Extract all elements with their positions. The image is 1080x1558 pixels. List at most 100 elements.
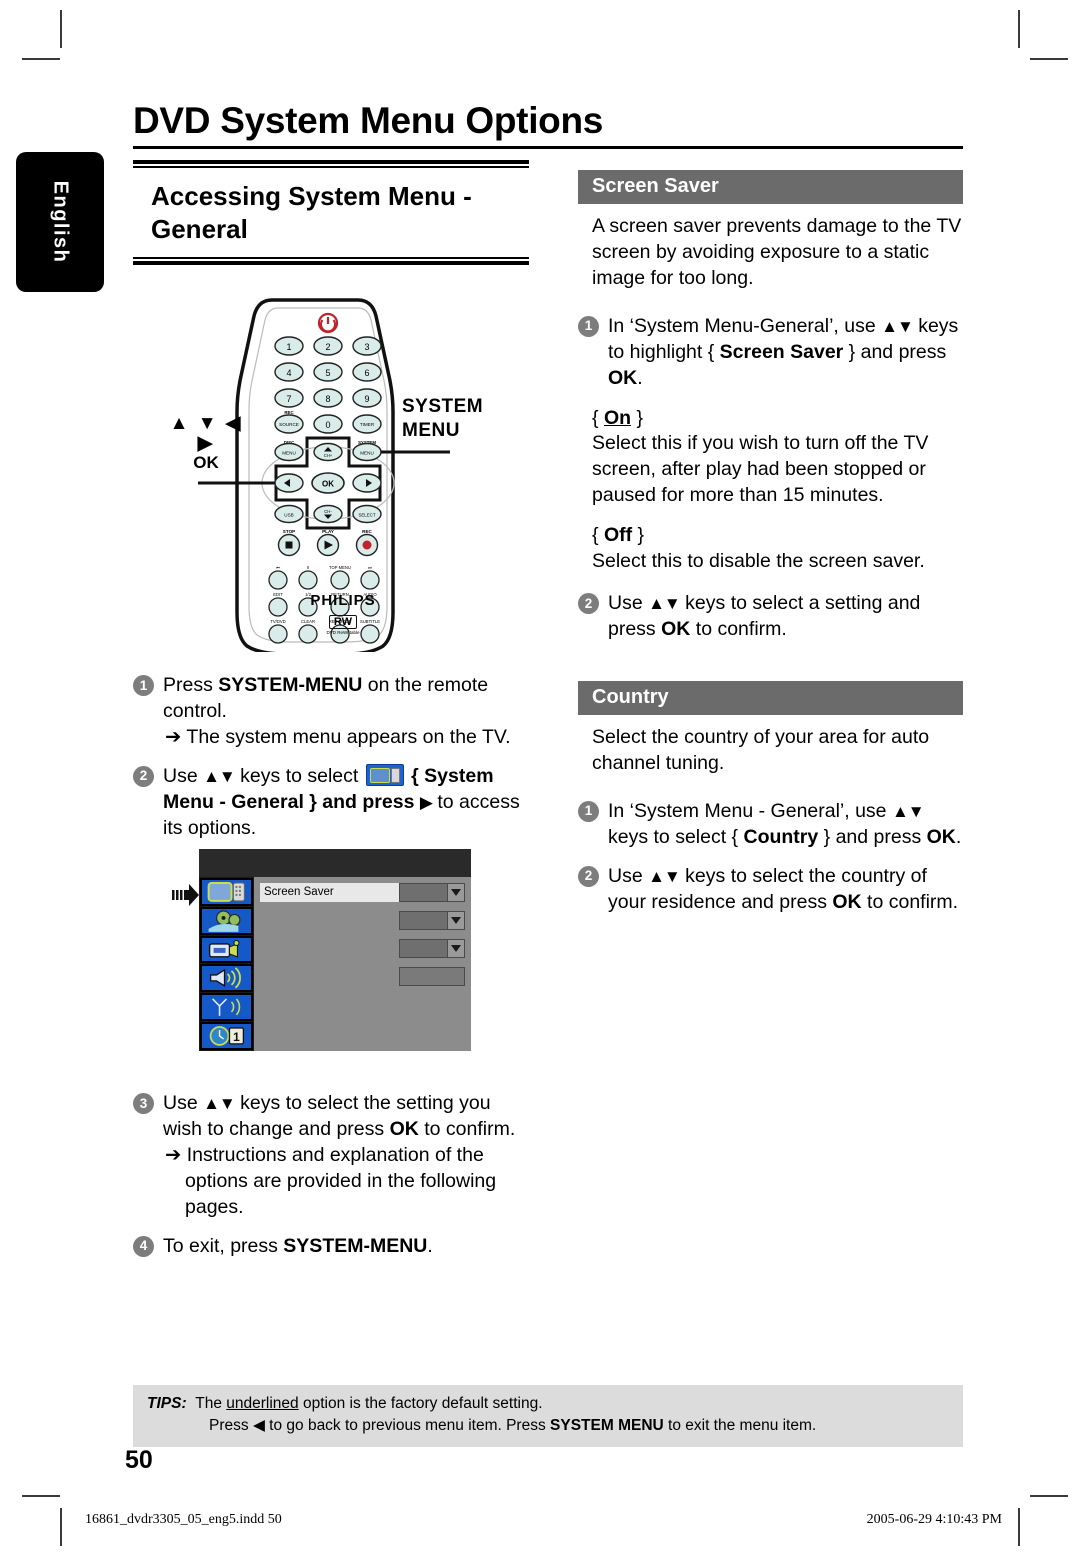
chevron-down-icon bbox=[447, 940, 464, 957]
menu-icon-general-setup[interactable] bbox=[200, 878, 253, 906]
system-menu-callout: SYSTEM MENU bbox=[402, 395, 483, 443]
svg-text:TIMER: TIMER bbox=[360, 422, 375, 427]
step-3-text: Use ▲▼ keys to select the setting you wi… bbox=[163, 1092, 516, 1140]
language-tab: English bbox=[16, 152, 104, 292]
left-column: Accessing System Menu - General bbox=[133, 160, 529, 265]
svg-text:⏭: ⏭ bbox=[368, 565, 372, 570]
rw-logo-sub: DVD ReWritable bbox=[326, 630, 360, 635]
svg-text:REC: REC bbox=[284, 410, 294, 415]
tv-menu-body: 1 Screen Saver bbox=[199, 877, 471, 1051]
option-off-description: Select this to disable the screen saver. bbox=[592, 550, 925, 573]
tv-menu-row[interactable] bbox=[260, 967, 465, 986]
svg-text:1: 1 bbox=[233, 1030, 240, 1044]
tv-menu-row-dropdown[interactable] bbox=[399, 883, 465, 902]
tv-menu-mockup: 1 Screen Saver bbox=[199, 849, 471, 1051]
crop-mark-bottom-right-v bbox=[1018, 1508, 1020, 1546]
menu-icon-clock-date[interactable]: 1 bbox=[200, 1022, 253, 1050]
tips-label: TIPS: bbox=[147, 1395, 187, 1412]
crop-mark-bottom-right-h bbox=[1030, 1495, 1068, 1497]
svg-text:4: 4 bbox=[286, 368, 291, 378]
section-heading: Accessing System Menu - General bbox=[151, 181, 472, 245]
screen-saver-step-2: 2 Use ▲▼ keys to select a setting and pr… bbox=[578, 591, 963, 643]
crop-mark-bottom-left-v bbox=[60, 1508, 62, 1546]
title-divider bbox=[133, 146, 963, 149]
system-menu-callout-line1: SYSTEM bbox=[402, 396, 484, 417]
crop-mark-top-left-h bbox=[22, 58, 60, 60]
country-intro: Select the country of your area for auto… bbox=[592, 725, 930, 774]
svg-text:2: 2 bbox=[325, 342, 330, 352]
step-number-1: 1 bbox=[133, 675, 154, 696]
tips-box: TIPS: The underlined option is the facto… bbox=[133, 1385, 963, 1447]
right-column: Screen Saver A screen saver prevents dam… bbox=[578, 170, 963, 915]
step-1: 1 Press SYSTEM-MENU on the remote contro… bbox=[133, 673, 533, 751]
menu-icon-sound[interactable] bbox=[200, 964, 253, 993]
remote-nav-keys-callout: ▲ ▼ ◀ ▶ OK bbox=[158, 414, 254, 472]
tv-menu-row[interactable] bbox=[260, 911, 465, 930]
footer-filename: 16861_dvdr3305_05_eng5.indd 50 bbox=[85, 1512, 282, 1527]
step-number: 2 bbox=[578, 865, 599, 887]
svg-text:7: 7 bbox=[286, 394, 291, 404]
svg-text:OK: OK bbox=[322, 480, 334, 489]
step-number: 2 bbox=[578, 593, 599, 615]
tips-line-2: Press ◀ to go back to previous menu item… bbox=[209, 1417, 817, 1435]
rw-logo: RW DVD ReWritable bbox=[305, 612, 381, 635]
svg-text:CH+: CH+ bbox=[324, 453, 333, 458]
manual-page: English DVD System Menu Options Accessin… bbox=[0, 0, 1080, 1558]
svg-text:II: II bbox=[307, 565, 309, 570]
section-rule-bottom bbox=[133, 256, 529, 265]
left-steps-group-2: 3 Use ▲▼ keys to select the setting you … bbox=[133, 1078, 533, 1260]
screen-saver-option-on: { On } Select this if you wish to turn o… bbox=[578, 406, 963, 510]
step-2: 2 Use ▲▼ keys to select { System Menu - … bbox=[133, 763, 533, 842]
tv-menu-icon-column: 1 bbox=[199, 877, 254, 1051]
step-number-4: 4 bbox=[133, 1235, 154, 1257]
system-menu-callout-line2: MENU bbox=[402, 419, 460, 441]
svg-text:MENU: MENU bbox=[282, 451, 296, 456]
step-3: 3 Use ▲▼ keys to select the setting you … bbox=[133, 1091, 533, 1221]
step-number: 1 bbox=[578, 315, 599, 337]
menu-icon-tuner[interactable] bbox=[200, 993, 253, 1022]
step-3-note: ➔ Instructions and explanation of the op… bbox=[165, 1143, 497, 1218]
tv-menu-row[interactable] bbox=[260, 939, 465, 958]
tv-menu-row[interactable]: Screen Saver bbox=[260, 883, 465, 902]
tv-menu-row-dropdown[interactable] bbox=[399, 911, 465, 930]
svg-text:USB: USB bbox=[284, 513, 293, 518]
philips-brand: PHILIPS bbox=[310, 592, 376, 609]
step-4: 4 To exit, press SYSTEM-MENU. bbox=[133, 1234, 533, 1260]
arrow-keys-glyphs: ▲ ▼ ◀ ▶ bbox=[169, 413, 243, 454]
svg-text:TOP MENU: TOP MENU bbox=[329, 565, 351, 570]
screen-saver-option-off: { Off } Select this to disable the scree… bbox=[578, 523, 963, 575]
system-menu-general-icon bbox=[365, 763, 404, 786]
menu-pointer-icon bbox=[172, 884, 199, 906]
section-header-screen-saver: Screen Saver bbox=[578, 170, 963, 204]
step-number: 1 bbox=[578, 800, 599, 822]
svg-text:9: 9 bbox=[364, 394, 369, 404]
menu-icon-playback[interactable] bbox=[200, 906, 253, 935]
menu-icon-recording[interactable] bbox=[200, 935, 253, 964]
step-2-text: Use ▲▼ keys to select { System Menu - Ge… bbox=[163, 763, 520, 839]
tv-menu-row-label: Screen Saver bbox=[260, 883, 399, 902]
svg-text:EDIT: EDIT bbox=[273, 592, 283, 597]
option-on-name: { On } bbox=[592, 406, 643, 429]
step-number-3: 3 bbox=[133, 1093, 154, 1114]
section-header-country: Country bbox=[578, 680, 963, 715]
footer-timestamp: 2005-06-29 4:10:43 PM bbox=[866, 1512, 1002, 1527]
step-1-text: Press SYSTEM-MENU on the remote control. bbox=[163, 674, 489, 722]
svg-text:REC: REC bbox=[362, 529, 372, 534]
crop-mark-top-left-v bbox=[60, 10, 62, 48]
step-4-text: To exit, press SYSTEM-MENU. bbox=[163, 1234, 433, 1257]
country-step-2: 2 Use ▲▼ keys to select the country of y… bbox=[578, 864, 963, 916]
crop-mark-top-right-h bbox=[1030, 58, 1068, 60]
tv-menu-row-dropdown[interactable] bbox=[399, 939, 465, 958]
tv-menu-header-bar bbox=[199, 849, 471, 877]
tv-menu-row-field[interactable] bbox=[399, 967, 465, 986]
language-tab-label: English bbox=[49, 180, 72, 264]
svg-text:TV/DVD: TV/DVD bbox=[270, 619, 285, 624]
step-number-2: 2 bbox=[133, 765, 154, 787]
svg-text:CH-: CH- bbox=[324, 509, 332, 514]
svg-text:1: 1 bbox=[286, 342, 291, 352]
screen-saver-intro: A screen saver prevents damage to the TV… bbox=[592, 215, 962, 289]
section-rule-top bbox=[133, 160, 529, 168]
tips-line-1: TIPS: The underlined option is the facto… bbox=[147, 1395, 543, 1412]
svg-text:SOURCE: SOURCE bbox=[279, 422, 299, 427]
svg-text:MENU: MENU bbox=[360, 451, 374, 456]
